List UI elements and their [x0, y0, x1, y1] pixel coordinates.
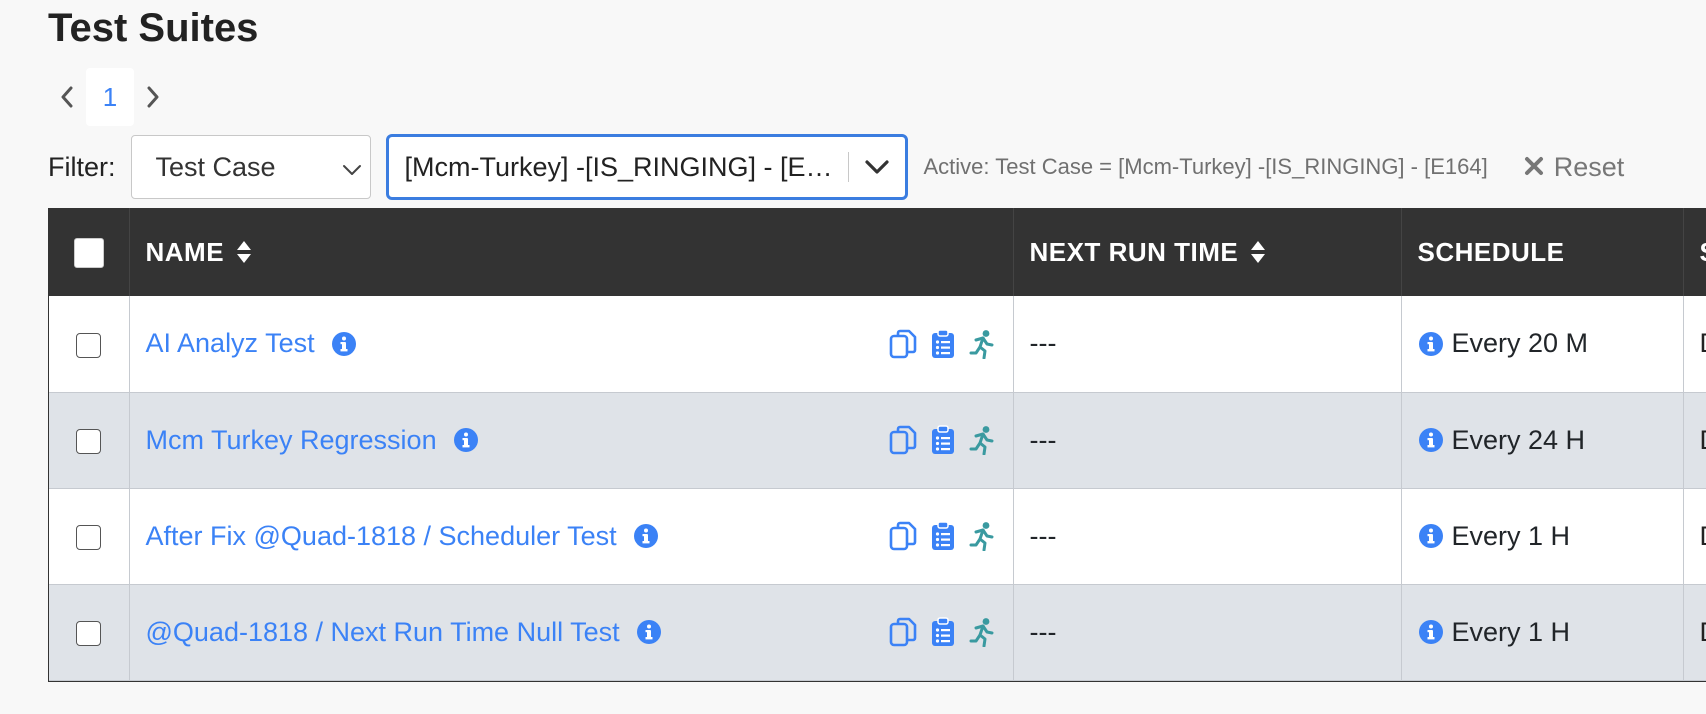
schedule-cell: Every 1 H: [1401, 584, 1684, 681]
chevron-down-icon[interactable]: [849, 160, 905, 174]
test-suites-table: NAME NEXT RUN TIME SCHEDULE AI Analyz Te…: [48, 208, 1706, 682]
row-checkbox[interactable]: [76, 524, 102, 550]
table-row: @Quad-1818 / Next Run Time Null Test ---…: [49, 584, 1706, 681]
filter-value-text: [Mcm-Turkey] -[IS_RINGING] - [E164]: [404, 151, 848, 182]
row-select-cell: [49, 488, 130, 585]
name-cell: After Fix @Quad-1818 / Scheduler Test: [129, 488, 1014, 585]
copy-icon[interactable]: [889, 521, 917, 551]
column-header-schedule: SCHEDULE: [1401, 208, 1684, 296]
suite-name-link[interactable]: @Quad-1818 / Next Run Time Null Test: [146, 617, 620, 648]
column-header-next-run-time-label: NEXT RUN TIME: [1029, 236, 1239, 267]
next-run-time-cell: ---: [1013, 392, 1402, 489]
column-header-truncated: S: [1683, 208, 1706, 296]
next-run-time-cell: ---: [1013, 488, 1402, 585]
row-checkbox[interactable]: [76, 428, 102, 454]
filter-value-select[interactable]: [Mcm-Turkey] -[IS_RINGING] - [E164]: [385, 134, 908, 200]
run-icon[interactable]: [969, 521, 995, 551]
info-icon[interactable]: [453, 427, 479, 453]
truncated-cell: D: [1683, 488, 1706, 585]
select-all-cell: [49, 208, 130, 296]
filter-field-select[interactable]: Test Case: [130, 135, 371, 199]
run-icon[interactable]: [969, 425, 995, 455]
page-number[interactable]: 1: [86, 68, 134, 126]
schedule-text: Every 1 H: [1451, 520, 1571, 551]
copy-icon[interactable]: [889, 329, 917, 359]
truncated-value: D: [1700, 328, 1706, 358]
clipboard-list-icon[interactable]: [931, 521, 955, 551]
schedule-cell: Every 24 H: [1401, 392, 1684, 489]
row-checkbox[interactable]: [76, 332, 102, 358]
select-all-checkbox[interactable]: [73, 238, 104, 269]
reset-button[interactable]: Reset: [1524, 151, 1625, 183]
close-icon: [1524, 152, 1544, 183]
info-icon[interactable]: [1418, 331, 1444, 357]
truncated-cell: D: [1683, 296, 1706, 393]
truncated-cell: D: [1683, 584, 1706, 681]
clipboard-list-icon[interactable]: [931, 329, 955, 359]
sort-icon[interactable]: [1250, 240, 1266, 264]
info-icon[interactable]: [636, 619, 662, 645]
table-header-row: NAME NEXT RUN TIME SCHEDULE: [49, 208, 1706, 296]
page-title: Test Suites: [48, 6, 259, 50]
schedule-cell: Every 1 H: [1401, 488, 1684, 585]
chevron-left-icon[interactable]: [48, 68, 86, 126]
next-run-time-cell: ---: [1013, 296, 1402, 393]
schedule-text: Every 20 M: [1451, 328, 1589, 359]
info-icon[interactable]: [1418, 523, 1444, 549]
name-cell: Mcm Turkey Regression: [129, 392, 1014, 489]
schedule-cell: Every 20 M: [1401, 296, 1684, 393]
pagination: 1: [48, 68, 172, 126]
chevron-right-icon[interactable]: [134, 68, 172, 126]
suite-name-link[interactable]: Mcm Turkey Regression: [146, 425, 437, 456]
filter-field-value: Test Case: [155, 151, 276, 182]
run-icon[interactable]: [969, 329, 995, 359]
copy-icon[interactable]: [889, 617, 917, 647]
row-select-cell: [49, 584, 130, 681]
column-header-schedule-label: SCHEDULE: [1417, 236, 1565, 267]
reset-label: Reset: [1553, 151, 1625, 182]
schedule-text: Every 1 H: [1451, 616, 1571, 647]
name-cell: @Quad-1818 / Next Run Time Null Test: [129, 584, 1014, 681]
column-header-name-label: NAME: [145, 236, 225, 267]
table-row: After Fix @Quad-1818 / Scheduler Test --…: [49, 488, 1706, 585]
truncated-value: D: [1700, 425, 1706, 455]
info-icon[interactable]: [633, 523, 659, 549]
filter-bar: Filter: Test Case [Mcm-Turkey] -[IS_RING…: [48, 134, 1624, 200]
suite-name-link[interactable]: After Fix @Quad-1818 / Scheduler Test: [146, 521, 617, 552]
sort-icon[interactable]: [236, 240, 252, 264]
clipboard-list-icon[interactable]: [931, 617, 955, 647]
column-header-truncated-label: S: [1700, 237, 1706, 267]
column-header-name[interactable]: NAME: [129, 208, 1014, 296]
row-select-cell: [49, 392, 130, 489]
clipboard-list-icon[interactable]: [931, 425, 955, 455]
row-select-cell: [49, 296, 130, 393]
chevron-down-icon: [342, 152, 362, 183]
row-checkbox[interactable]: [76, 620, 102, 646]
next-run-time-cell: ---: [1013, 584, 1402, 681]
truncated-cell: D: [1683, 392, 1706, 489]
info-icon[interactable]: [1418, 619, 1444, 645]
table-row: AI Analyz Test --- Every 20 M: [49, 296, 1706, 393]
table-row: Mcm Turkey Regression --- Every 24 H: [49, 392, 1706, 489]
copy-icon[interactable]: [889, 425, 917, 455]
truncated-value: D: [1700, 521, 1706, 551]
truncated-value: D: [1700, 617, 1706, 647]
filter-label: Filter:: [48, 151, 116, 182]
column-header-next-run-time[interactable]: NEXT RUN TIME: [1013, 208, 1402, 296]
run-icon[interactable]: [969, 617, 995, 647]
schedule-text: Every 24 H: [1451, 424, 1586, 455]
info-icon[interactable]: [1418, 427, 1444, 453]
active-filter-text: Active: Test Case = [Mcm-Turkey] -[IS_RI…: [923, 154, 1488, 179]
suite-name-link[interactable]: AI Analyz Test: [146, 328, 315, 359]
info-icon[interactable]: [331, 331, 357, 357]
name-cell: AI Analyz Test: [129, 296, 1014, 393]
